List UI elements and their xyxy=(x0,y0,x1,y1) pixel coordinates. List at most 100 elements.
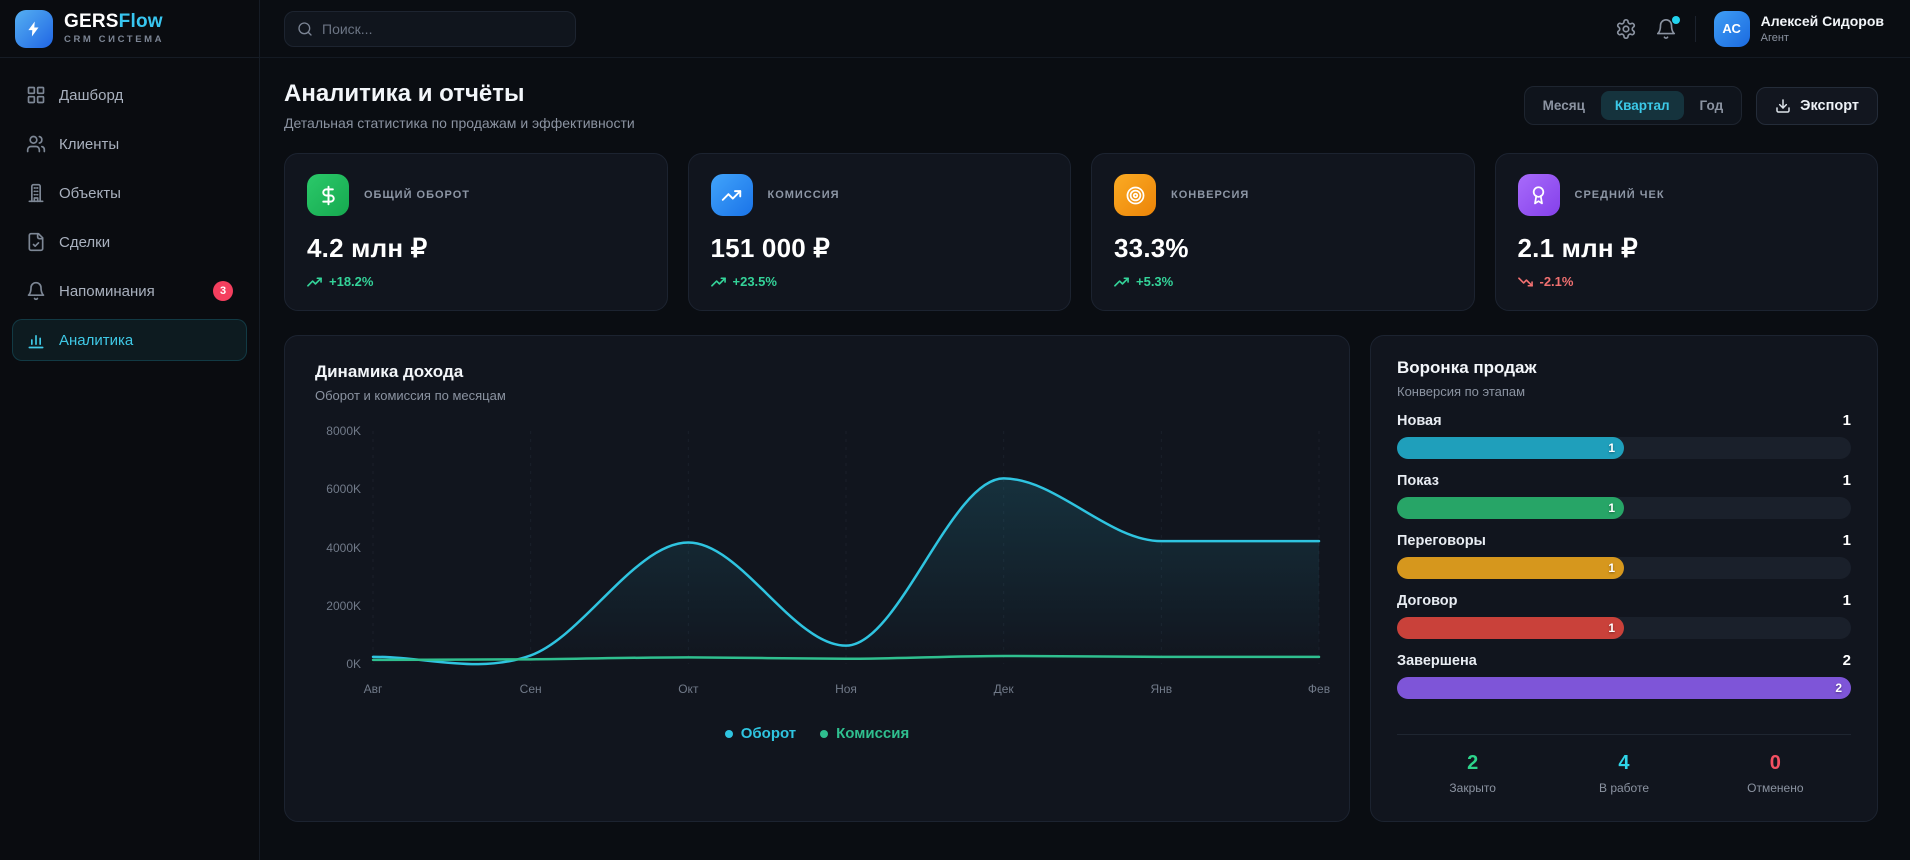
search-icon xyxy=(297,21,313,37)
page-header: Аналитика и отчёты Детальная статистика … xyxy=(284,80,1878,131)
stat-value: 33.3% xyxy=(1114,233,1452,264)
funnel-bar: 1 xyxy=(1397,437,1624,459)
sidebar-item-clients[interactable]: Клиенты xyxy=(12,123,247,165)
sidebar-nav: Дашборд Клиенты Объекты Сделки xyxy=(0,58,259,384)
legend-item-commission[interactable]: Комиссия xyxy=(820,725,909,742)
stat-change: +23.5% xyxy=(711,274,1049,289)
revenue-chart-card: Динамика дохода Оборот и комиссия по мес… xyxy=(284,335,1350,822)
export-button[interactable]: Экспорт xyxy=(1756,87,1878,125)
search-input[interactable] xyxy=(322,21,563,37)
app-logo xyxy=(15,10,53,48)
stat-label: ОБЩИЙ ОБОРОТ xyxy=(364,189,470,201)
legend-dot xyxy=(820,730,828,738)
trend-down-icon xyxy=(1518,276,1533,288)
stat-cards: ОБЩИЙ ОБОРОТ 4.2 млн ₽ +18.2% КОМИСС xyxy=(284,153,1878,311)
funnel-title: Воронка продаж xyxy=(1397,358,1851,378)
stat-card-turnover: ОБЩИЙ ОБОРОТ 4.2 млн ₽ +18.2% xyxy=(284,153,668,311)
sidebar-item-objects[interactable]: Объекты xyxy=(12,172,247,214)
page-subtitle: Детальная статистика по продажам и эффек… xyxy=(284,115,635,131)
reminders-count-badge: 3 xyxy=(213,281,233,301)
user-role: Агент xyxy=(1761,32,1884,44)
stat-value: 2.1 млн ₽ xyxy=(1518,233,1856,264)
sidebar-item-label: Дашборд xyxy=(59,87,123,104)
sidebar-item-label: Аналитика xyxy=(59,332,133,349)
sales-funnel-card: Воронка продаж Конверсия по этапам Новая… xyxy=(1370,335,1878,822)
trend-up-icon xyxy=(307,276,322,288)
stat-label: КОНВЕРСИЯ xyxy=(1171,189,1249,201)
gear-icon xyxy=(1615,18,1637,40)
funnel-stage-showing: Показ1 1 xyxy=(1397,472,1851,519)
user-menu[interactable]: АС Алексей Сидоров Агент xyxy=(1714,11,1884,47)
file-check-icon xyxy=(26,232,46,252)
stat-label: СРЕДНИЙ ЧЕК xyxy=(1575,189,1665,201)
stat-change: -2.1% xyxy=(1518,274,1856,289)
building-icon xyxy=(26,183,46,203)
funnel-stage-new: Новая1 1 xyxy=(1397,412,1851,459)
stat-card-commission: КОМИССИЯ 151 000 ₽ +23.5% xyxy=(688,153,1072,311)
main: Аналитика и отчёты Детальная статистика … xyxy=(260,58,1910,860)
range-tabs: Месяц Квартал Год xyxy=(1524,86,1743,125)
target-icon xyxy=(1114,174,1156,216)
search-box xyxy=(284,11,576,47)
brand-subtitle: CRM СИСТЕМА xyxy=(64,35,164,45)
funnel-bar: 1 xyxy=(1397,617,1624,639)
stat-card-average-check: СРЕДНИЙ ЧЕК 2.1 млн ₽ -2.1% xyxy=(1495,153,1879,311)
chart-legend: Оборот Комиссия xyxy=(315,725,1319,742)
stat-card-conversion: КОНВЕРСИЯ 33.3% +5.3% xyxy=(1091,153,1475,311)
notifications-button[interactable] xyxy=(1655,18,1677,40)
chart-title: Динамика дохода xyxy=(315,362,1319,382)
sidebar-item-label: Напоминания xyxy=(59,283,155,300)
tab-year[interactable]: Год xyxy=(1686,91,1738,120)
legend-item-turnover[interactable]: Оборот xyxy=(725,725,796,742)
legend-dot xyxy=(725,730,733,738)
page-title: Аналитика и отчёты xyxy=(284,80,635,108)
stat-value: 151 000 ₽ xyxy=(711,233,1049,264)
summary-closed: 2 Закрыто xyxy=(1397,752,1548,795)
sidebar-item-deals[interactable]: Сделки xyxy=(12,221,247,263)
stat-change: +5.3% xyxy=(1114,274,1452,289)
funnel-bar: 2 xyxy=(1397,677,1851,699)
app-root: GERSFlow CRM СИСТЕМА Дашборд Клиенты xyxy=(0,0,1910,860)
grid-icon xyxy=(26,85,46,105)
sidebar: GERSFlow CRM СИСТЕМА Дашборд Клиенты xyxy=(0,0,260,860)
content: АС Алексей Сидоров Агент Аналитика и отч… xyxy=(260,0,1910,860)
chart-subtitle: Оборот и комиссия по месяцам xyxy=(315,388,1319,403)
trend-up-icon xyxy=(1114,276,1129,288)
bell-icon xyxy=(26,281,46,301)
funnel-subtitle: Конверсия по этапам xyxy=(1397,384,1851,399)
trend-up-icon xyxy=(711,276,726,288)
funnel-stage-contract: Договор1 1 xyxy=(1397,592,1851,639)
sidebar-item-dashboard[interactable]: Дашборд xyxy=(12,74,247,116)
funnel-stage-negotiation: Переговоры1 1 xyxy=(1397,532,1851,579)
revenue-plot xyxy=(373,431,1319,664)
topbar: АС Алексей Сидоров Агент xyxy=(260,0,1910,58)
lightning-icon xyxy=(25,20,43,38)
funnel-summary: 2 Закрыто 4 В работе 0 Отменено xyxy=(1397,734,1851,795)
sidebar-item-analytics[interactable]: Аналитика xyxy=(12,319,247,361)
tab-month[interactable]: Месяц xyxy=(1529,91,1599,120)
settings-button[interactable] xyxy=(1615,18,1637,40)
stat-change: +18.2% xyxy=(307,274,645,289)
sidebar-item-label: Клиенты xyxy=(59,136,119,153)
brand-name: GERSFlow xyxy=(64,12,164,31)
download-icon xyxy=(1775,98,1791,114)
award-icon xyxy=(1518,174,1560,216)
topbar-divider xyxy=(1695,16,1696,42)
brand: GERSFlow CRM СИСТЕМА xyxy=(0,0,259,58)
tab-quarter[interactable]: Квартал xyxy=(1601,91,1684,120)
funnel-bar: 1 xyxy=(1397,557,1624,579)
trending-up-icon xyxy=(711,174,753,216)
funnel-bar: 1 xyxy=(1397,497,1624,519)
funnel-stage-completed: Завершена2 2 xyxy=(1397,652,1851,699)
dollar-icon xyxy=(307,174,349,216)
summary-cancelled: 0 Отменено xyxy=(1700,752,1851,795)
user-name: Алексей Сидоров xyxy=(1761,13,1884,29)
sidebar-item-label: Сделки xyxy=(59,234,110,251)
summary-in-progress: 4 В работе xyxy=(1548,752,1699,795)
stat-value: 4.2 млн ₽ xyxy=(307,233,645,264)
x-axis: Авг Сен Окт Ноя Дек Янв Фев xyxy=(373,682,1319,697)
y-axis: 8000K 6000K 4000K 2000K 0K xyxy=(315,424,373,671)
sidebar-item-reminders[interactable]: Напоминания 3 xyxy=(12,270,247,312)
notification-dot xyxy=(1672,16,1680,24)
users-icon xyxy=(26,134,46,154)
